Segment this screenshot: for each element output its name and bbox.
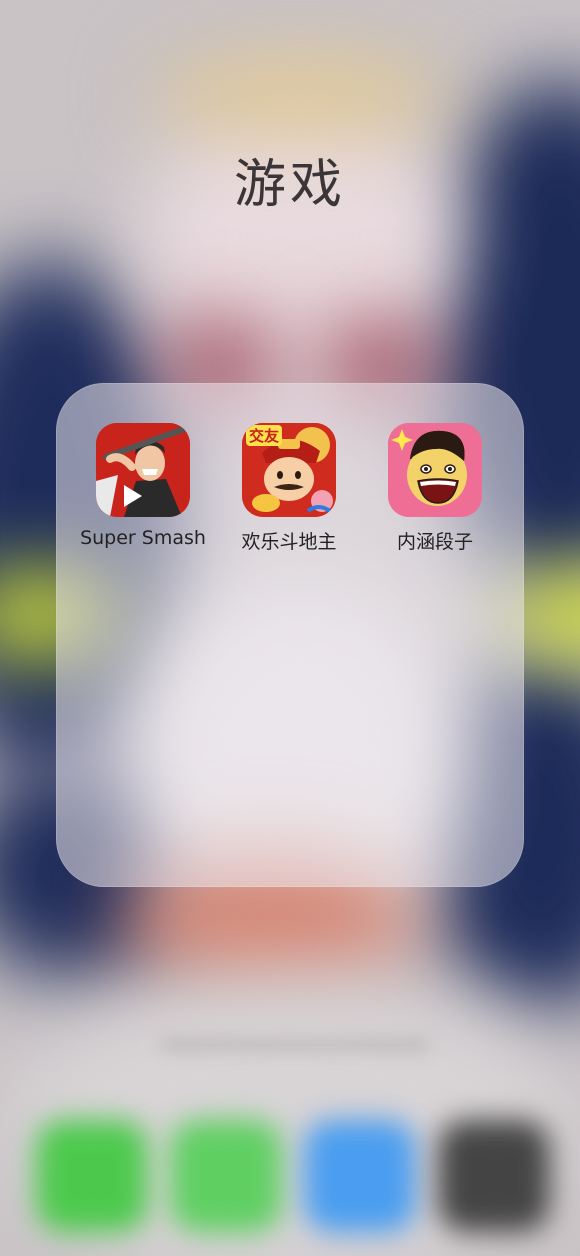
app-label: Super Smash — [80, 527, 206, 549]
page-indicator — [160, 1038, 430, 1052]
folder-title[interactable]: 游戏 — [0, 142, 580, 217]
app-neihan-duanzi[interactable]: 内涵段子 — [362, 423, 508, 554]
app-super-smash[interactable]: Super Smash — [70, 423, 216, 549]
jiaoyou-badge: 交友 — [246, 425, 283, 446]
super-smash-icon[interactable] — [96, 423, 190, 517]
phone-icon[interactable] — [36, 1120, 148, 1232]
messages-icon[interactable] — [170, 1120, 282, 1232]
doudizhu-icon[interactable]: 交友 — [242, 423, 336, 517]
app-label: 内涵段子 — [396, 531, 473, 553]
safari-icon[interactable] — [304, 1120, 416, 1232]
camera-icon[interactable] — [438, 1120, 550, 1232]
app-doudizhu[interactable]: 交友 欢乐斗地主 — [216, 423, 362, 554]
app-label: 欢乐斗地主 — [241, 531, 337, 553]
neihan-duanzi-icon[interactable] — [388, 423, 482, 517]
home-screen: 游戏 Super Smash 交友 欢乐斗地主 内涵段子 — [0, 0, 580, 1256]
